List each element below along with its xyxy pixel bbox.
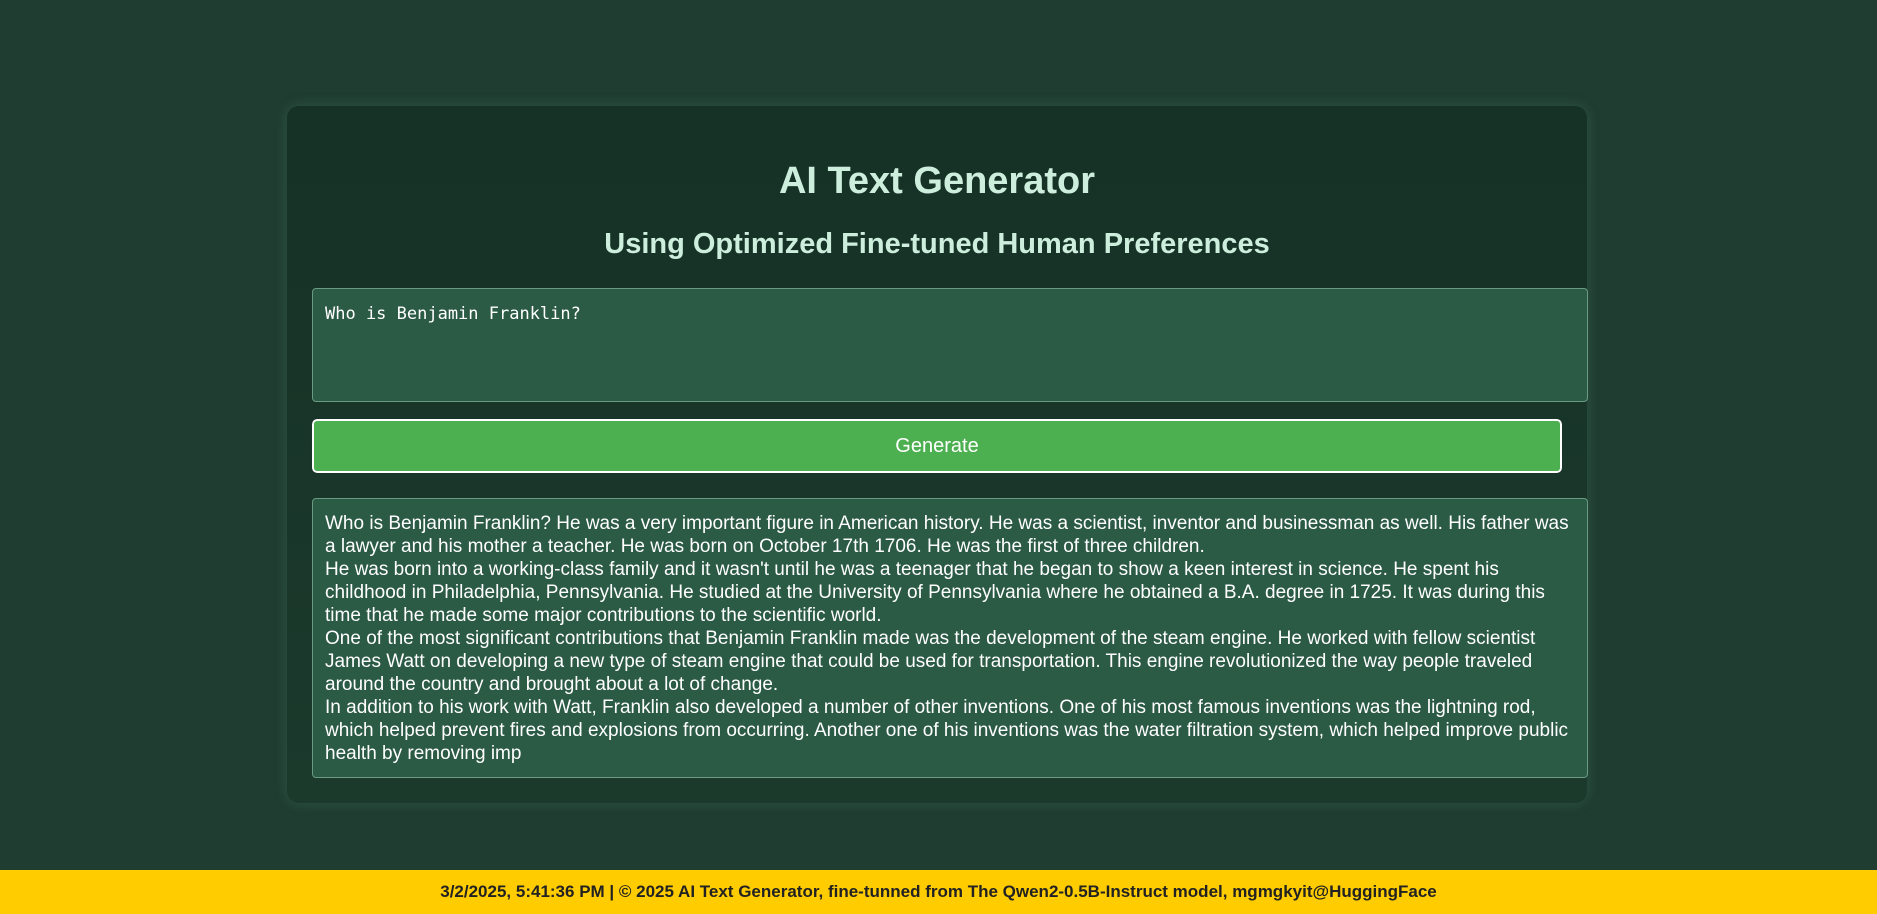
page-title: AI Text Generator [778, 160, 1096, 202]
generated-output: Who is Benjamin Franklin? He was a very … [312, 498, 1588, 778]
output-paragraph: Who is Benjamin Franklin? He was a very … [325, 513, 1569, 557]
page-subtitle: Using Optimized Fine-tuned Human Prefere… [604, 228, 1270, 260]
footer-text: 3/2/2025, 5:41:36 PM | © 2025 AI Text Ge… [440, 882, 1437, 901]
output-paragraph: He was born into a working-class family … [325, 559, 1545, 626]
generator-card: AI Text Generator Using Optimized Fine-t… [287, 106, 1588, 803]
prompt-input[interactable]: Who is Benjamin Franklin? [312, 288, 1588, 402]
output-paragraph: In addition to his work with Watt, Frank… [325, 697, 1569, 764]
output-paragraph: One of the most significant contribution… [325, 628, 1536, 695]
generate-button[interactable]: Generate [311, 418, 1563, 474]
footer-bar: 3/2/2025, 5:41:36 PM | © 2025 AI Text Ge… [0, 870, 1877, 914]
